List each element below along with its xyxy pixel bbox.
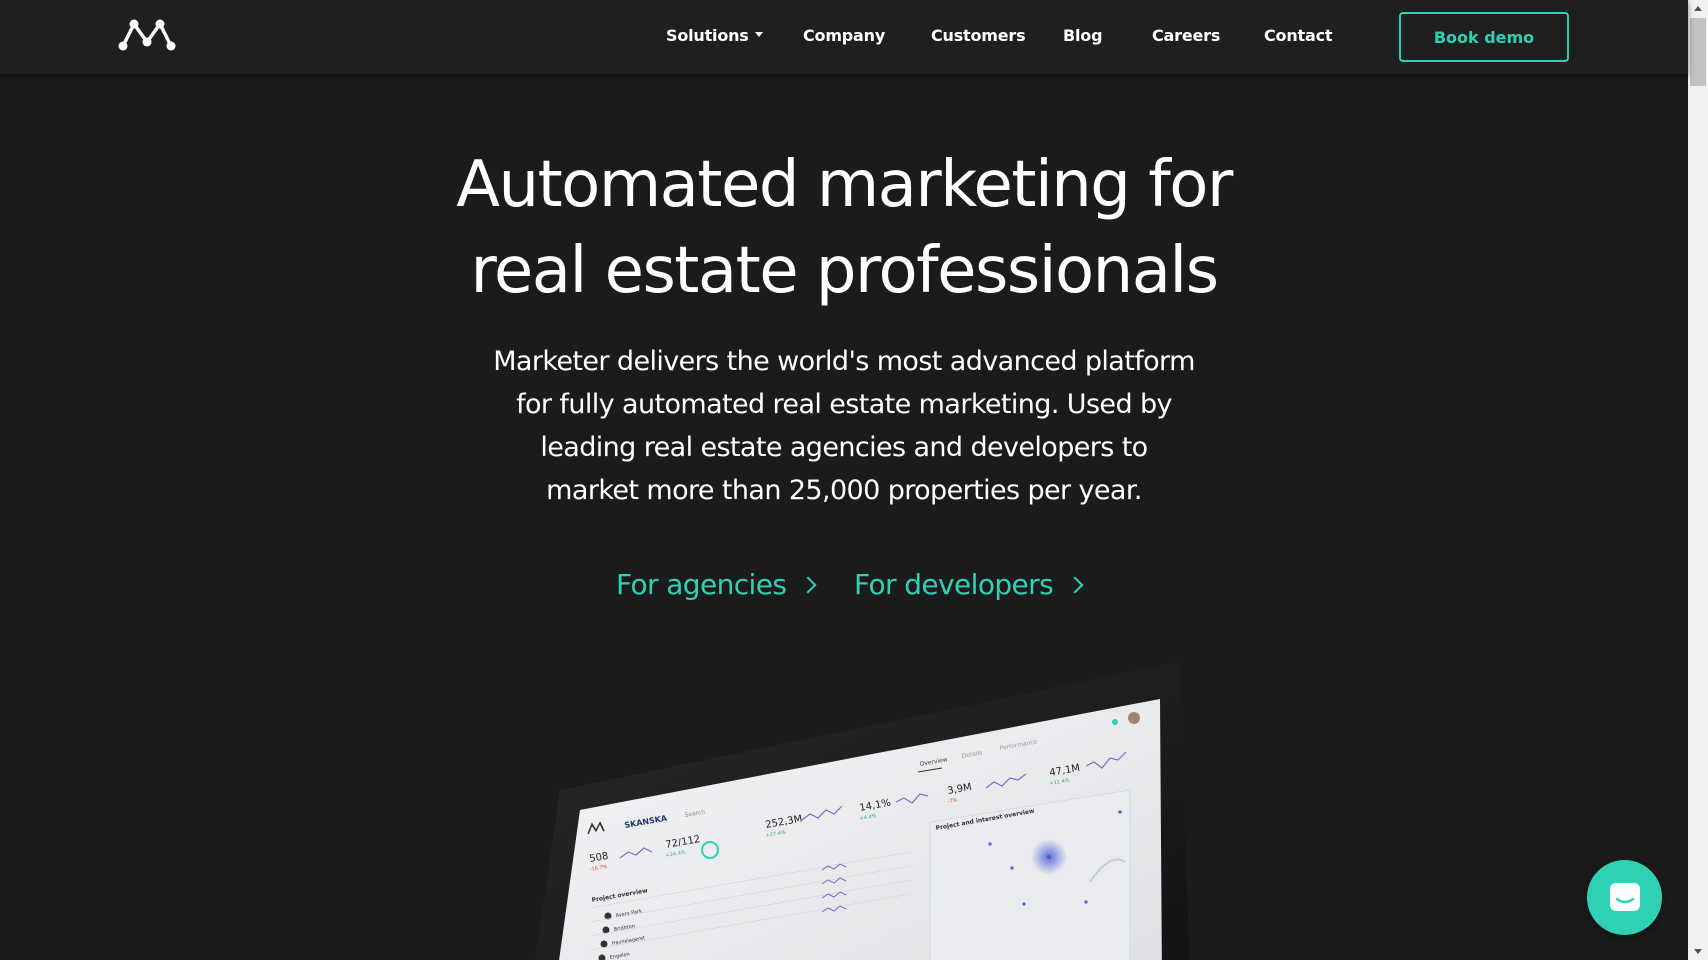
nav-item-careers[interactable]: Careers [1152, 26, 1220, 45]
chat-launcher-button[interactable] [1587, 860, 1662, 935]
chevron-right-icon [1066, 576, 1084, 593]
nav-item-label: Contact [1264, 26, 1333, 45]
chevron-right-icon [799, 576, 817, 593]
dashboard-avatar [1128, 712, 1140, 724]
marketer-logo-icon[interactable] [118, 18, 176, 52]
nav-item-customers[interactable]: Customers [931, 26, 1026, 45]
arrow-up-icon [1694, 6, 1702, 11]
dashboard-laptop-mockup: SKANSKA Search Overview Details Performa… [535, 662, 1190, 960]
arrow-down-icon [1694, 949, 1702, 954]
nav-item-label: Careers [1152, 26, 1221, 45]
nav-item-label: Company [803, 26, 886, 45]
nav-item-contact[interactable]: Contact [1264, 26, 1333, 45]
cta-label: For agencies [616, 568, 787, 601]
hero-title: Automated marketing for real estate prof… [330, 142, 1358, 314]
hero-subtitle-line: Marketer delivers the world's most advan… [493, 346, 1195, 377]
site-header: Solutions Company Customers Blog Careers… [0, 0, 1688, 74]
nav-item-label: Solutions [666, 26, 749, 45]
chevron-down-icon [754, 32, 763, 37]
chat-bubble-icon [1609, 882, 1640, 911]
book-demo-button[interactable]: Book demo [1399, 12, 1569, 62]
page-scrollbar[interactable] [1688, 0, 1708, 960]
hero-cta-row: For agencies For developers [0, 568, 1688, 608]
hero-title-line: Automated marketing for [456, 148, 1233, 222]
for-developers-link[interactable]: For developers [854, 568, 1084, 601]
nav-item-company[interactable]: Company [803, 26, 885, 45]
hero-subtitle: Marketer delivers the world's most advan… [484, 340, 1204, 512]
scroll-up-button[interactable] [1688, 0, 1708, 17]
nav-item-blog[interactable]: Blog [1063, 26, 1103, 45]
hero-subtitle-line: leading real estate agencies and develop… [540, 432, 1148, 463]
scroll-down-button[interactable] [1688, 943, 1708, 960]
cta-label: For developers [854, 568, 1054, 601]
for-agencies-link[interactable]: For agencies [616, 568, 817, 601]
hero-subtitle-line: market more than 25,000 properties per y… [546, 475, 1142, 506]
nav-item-label: Blog [1063, 26, 1103, 45]
hero-subtitle-line: for fully automated real estate marketin… [516, 389, 1172, 420]
nav-item-label: Customers [931, 26, 1026, 45]
hero-title-line: real estate professionals [470, 234, 1219, 308]
nav-item-solutions[interactable]: Solutions [666, 26, 763, 45]
scrollbar-thumb[interactable] [1690, 18, 1706, 86]
